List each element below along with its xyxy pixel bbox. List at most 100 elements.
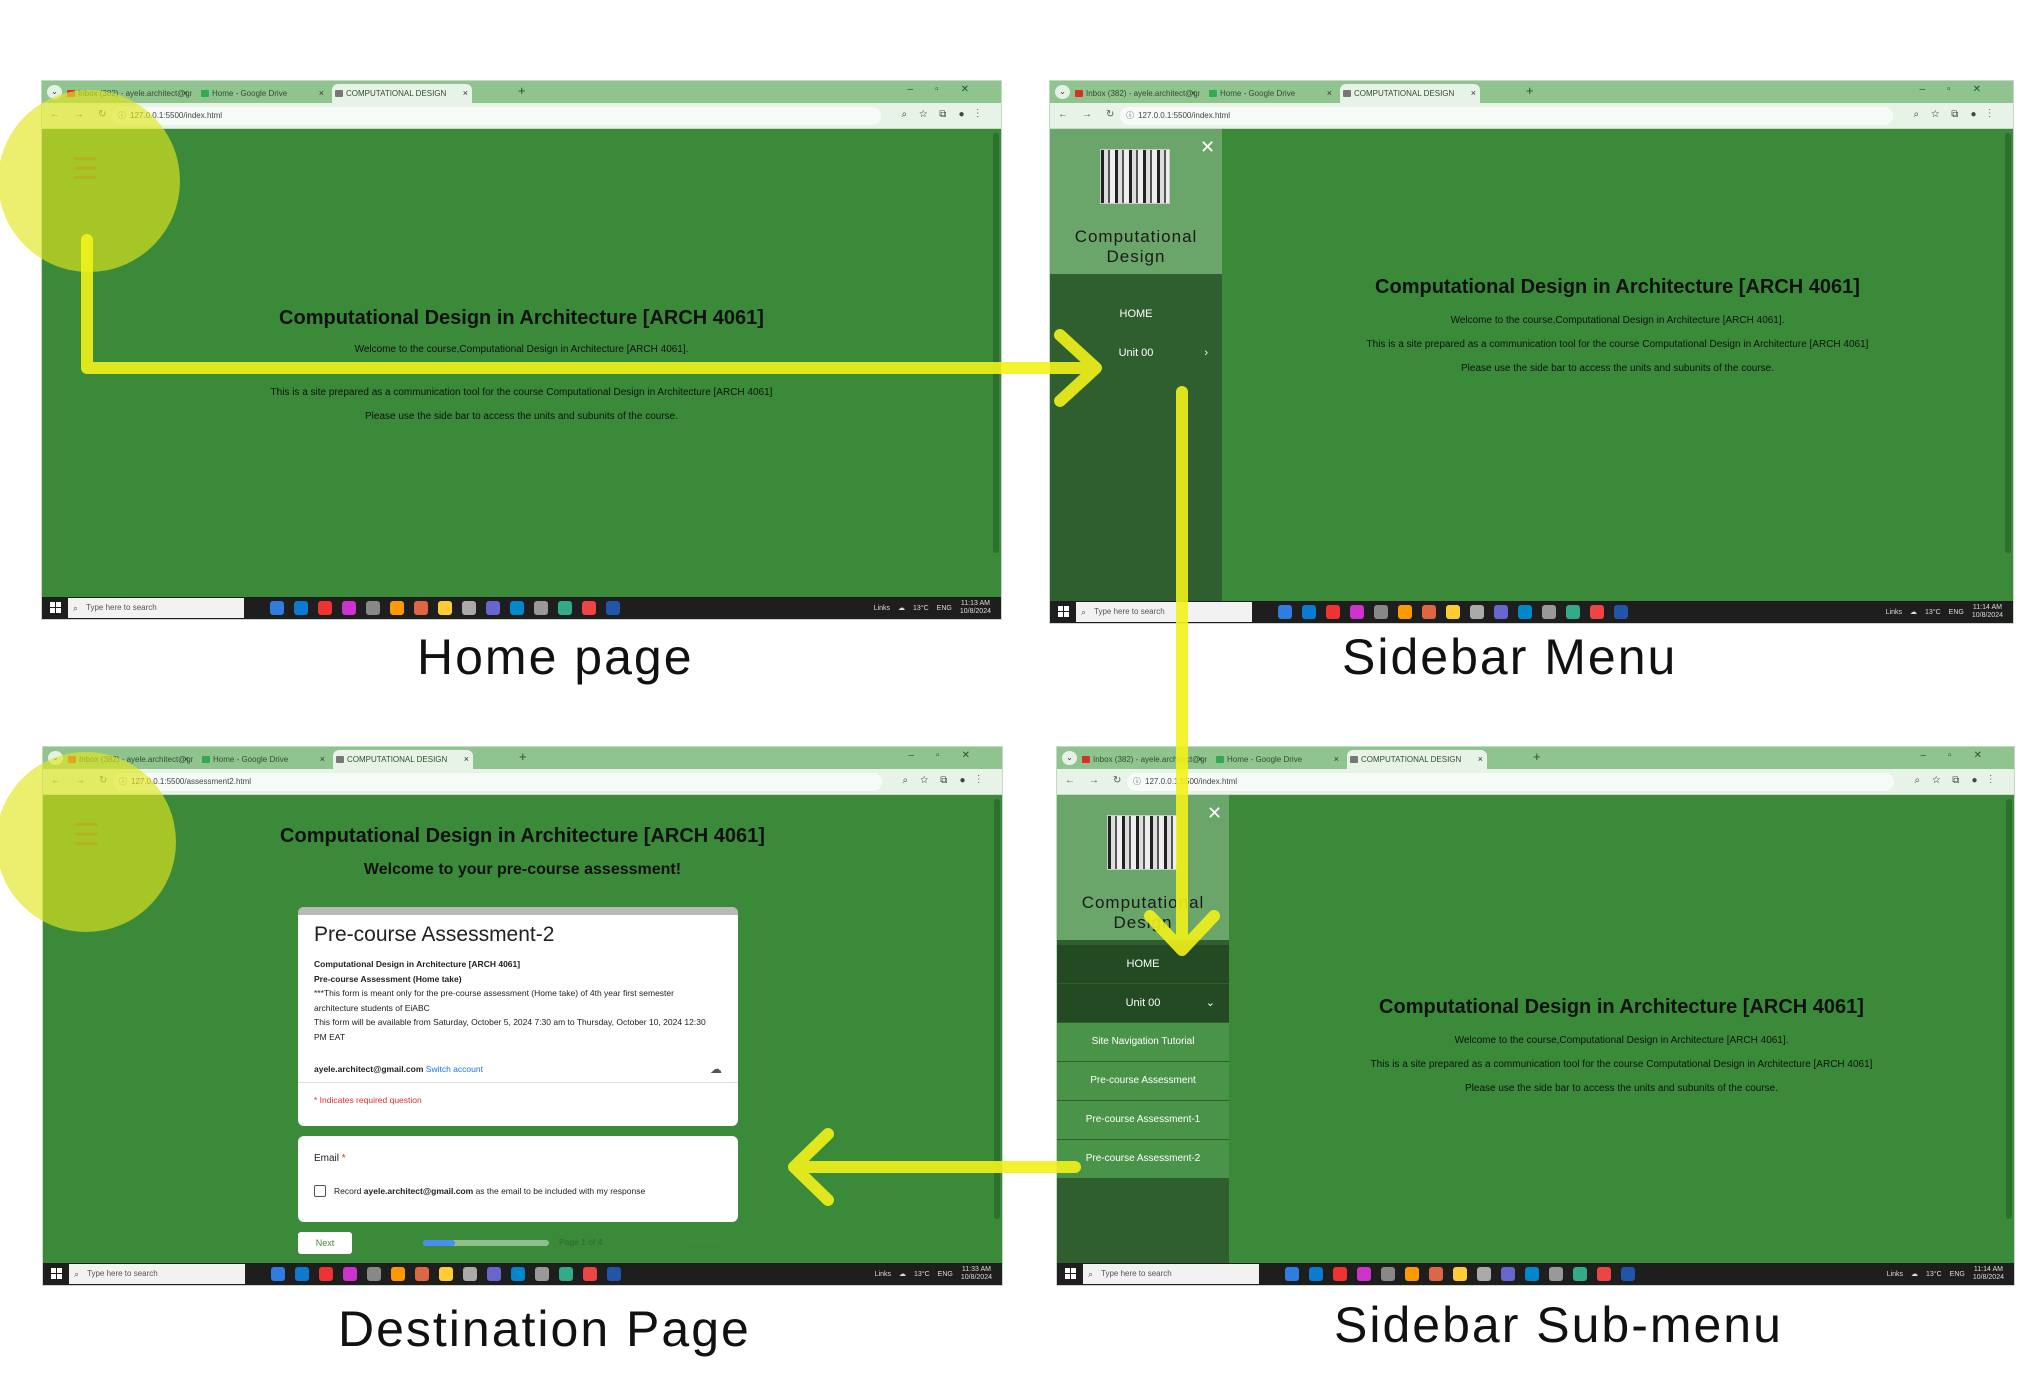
close-icon[interactable]: × (1191, 84, 1196, 103)
close-icon[interactable]: × (1471, 84, 1476, 103)
url-field[interactable]: ⓘ127.0.0.1:5500/assessment2.html (113, 773, 882, 791)
sidebar-item-home[interactable]: HOME (1057, 945, 1229, 983)
tab-drive[interactable]: Home - Google Drive × (199, 750, 329, 769)
nav-buttons[interactable]: ←→↻ (1065, 775, 1135, 786)
weather-icon: ☁ (898, 605, 906, 612)
tab-inbox[interactable]: Inbox (382) - ayele.architect@gm... × (1072, 84, 1200, 103)
close-icon[interactable]: × (463, 84, 468, 103)
browser-tools[interactable]: ⌕☆⧉●⋮ (902, 109, 991, 120)
record-email-text: Record ayele.architect@gmail.com as the … (334, 1186, 646, 1196)
new-tab-icon[interactable]: + (1526, 83, 1534, 98)
email-question-card: Email * Record ayele.architect@gmail.com… (298, 1136, 738, 1222)
taskbar-apps[interactable] (271, 1267, 621, 1281)
new-tab-icon[interactable]: + (519, 749, 527, 764)
url-field[interactable]: ⓘ127.0.0.1:5500/index.html (1127, 773, 1894, 791)
close-icon[interactable]: × (183, 84, 188, 103)
url-field[interactable]: ⓘ127.0.0.1:5500/index.html (1120, 107, 1893, 125)
taskbar-search[interactable]: ⌕ Type here to search (68, 598, 244, 618)
sidebar-brand: Computational Design (1074, 227, 1198, 266)
close-icon[interactable]: × (1334, 750, 1339, 769)
taskbar-search[interactable]: ⌕ Type here to search (1083, 1264, 1259, 1284)
chevron-down-icon[interactable]: ⌄ (1055, 85, 1070, 99)
close-icon[interactable]: ✕ (1207, 803, 1222, 824)
window-controls[interactable]: –▫✕ (1920, 84, 2004, 95)
instruction-text: Please use the side bar to access the un… (365, 411, 678, 422)
sidebar-item-home[interactable]: HOME (1050, 295, 1222, 333)
globe-icon (335, 90, 343, 97)
tab-drive[interactable]: Home - Google Drive × (1213, 750, 1343, 769)
close-icon[interactable]: × (1198, 750, 1203, 769)
drive-icon (201, 90, 209, 97)
scrollbar[interactable] (993, 133, 999, 553)
switch-account-link[interactable]: Switch account (426, 1064, 483, 1074)
close-icon[interactable]: × (464, 750, 469, 769)
close-icon[interactable]: × (1478, 750, 1483, 769)
window-controls[interactable]: –▫✕ (1921, 750, 2005, 761)
email-label: Email * (314, 1153, 346, 1164)
submenu-item-site-navigation-tutorial[interactable]: Site Navigation Tutorial (1057, 1023, 1229, 1061)
globe-icon (1350, 756, 1358, 763)
taskbar-apps[interactable] (270, 601, 620, 615)
taskbar-search[interactable]: ⌕ Type here to search (69, 1264, 245, 1284)
system-tray: Links ☁ 13°C ENG 11:13 AM 10/8/2024 (873, 600, 991, 615)
tab-computational-design[interactable]: COMPUTATIONAL DESIGN × (333, 750, 473, 769)
chevron-down-icon[interactable]: ⌄ (1062, 751, 1077, 765)
close-icon[interactable]: × (319, 84, 324, 103)
scrollbar[interactable] (2005, 133, 2011, 553)
windows-start-icon[interactable] (1058, 606, 1069, 617)
destination-page-window: ⌄ Inbox (382) - ayele.architect@gm...× H… (42, 746, 1003, 1286)
required-note: * Indicates required question (314, 1095, 422, 1105)
sidebar-header: Computational Design (1050, 129, 1222, 274)
gmail-icon (1075, 90, 1083, 97)
taskbar-apps[interactable] (1278, 605, 1628, 619)
scrollbar[interactable] (2006, 799, 2012, 1219)
scrollbar[interactable] (994, 799, 1000, 1219)
record-email-checkbox[interactable] (314, 1185, 326, 1197)
windows-start-icon[interactable] (51, 1268, 62, 1279)
tab-computational-design[interactable]: COMPUTATIONAL DESIGN × (1347, 750, 1487, 769)
close-icon[interactable]: × (184, 750, 189, 769)
close-icon[interactable]: × (1327, 84, 1332, 103)
taskbar-search[interactable]: ⌕ Type here to search (1076, 602, 1252, 622)
windows-start-icon[interactable] (1065, 1268, 1076, 1279)
window-controls[interactable]: –▫✕ (909, 750, 993, 761)
gmail-icon (1082, 756, 1090, 763)
system-tray: Links ☁ 13°C ENG 11:14 AM 10/8/2024 (1886, 1266, 2004, 1281)
window-controls[interactable]: –▫✕ (908, 84, 992, 95)
sidebar-item-unit-00[interactable]: Unit 00 › (1050, 334, 1222, 372)
new-tab-icon[interactable]: + (1533, 749, 1541, 764)
instruction-text: Please use the side bar to access the un… (1461, 363, 1774, 374)
nav-buttons[interactable]: ←→↻ (1058, 109, 1128, 120)
browser-tools[interactable]: ⌕☆⧉●⋮ (1914, 109, 2003, 120)
divider (298, 1082, 738, 1083)
close-icon[interactable]: ✕ (1200, 137, 1215, 158)
sidebar-item-unit-00[interactable]: Unit 00 ⌄ (1057, 984, 1229, 1022)
tab-computational-design[interactable]: COMPUTATIONAL DESIGN × (1340, 84, 1480, 103)
submenu-item-pre-course-assessment-1[interactable]: Pre-course Assessment-1 (1057, 1101, 1229, 1139)
tab-bar: ⌄ Inbox (382) - ayele.architect@gm...× H… (42, 81, 1001, 103)
tab-inbox[interactable]: Inbox (382) - ayele.architect@gm... × (1079, 750, 1207, 769)
close-icon[interactable]: × (320, 750, 325, 769)
caption-sidebar-submenu: Sidebar Sub-menu (1334, 1297, 1783, 1353)
submenu-item-pre-course-assessment[interactable]: Pre-course Assessment (1057, 1062, 1229, 1100)
browser-tools[interactable]: ⌕☆⧉●⋮ (1915, 775, 2004, 786)
form-header-card: Pre-course Assessment-2 Computational De… (298, 907, 738, 1126)
browser-tools[interactable]: ⌕☆⧉●⋮ (903, 775, 992, 786)
tab-drive[interactable]: Home - Google Drive × (198, 84, 328, 103)
form-description: Computational Design in Architecture [AR… (314, 959, 706, 1042)
building-photo (1100, 149, 1170, 204)
url-field[interactable]: ⓘ127.0.0.1:5500/index.html (112, 107, 881, 125)
taskbar: ⌕ Type here to search Links ☁ 13°C ENG 11… (1050, 601, 2013, 623)
tab-computational-design[interactable]: COMPUTATIONAL DESIGN × (332, 84, 472, 103)
clear-form-button[interactable]: Clear form (683, 1237, 723, 1247)
taskbar-apps[interactable] (1285, 1267, 1635, 1281)
address-bar: ←→↻ ⓘ127.0.0.1:5500/index.html ⌕☆⧉●⋮ (42, 103, 1001, 129)
welcome-text: Welcome to the course,Computational Desi… (1454, 1035, 1789, 1046)
windows-start-icon[interactable] (50, 602, 61, 613)
submenu-item-pre-course-assessment-2[interactable]: Pre-course Assessment-2 (1057, 1140, 1229, 1178)
form-progress-fill (423, 1240, 455, 1246)
search-icon: ⌕ (74, 1269, 80, 1279)
tab-drive[interactable]: Home - Google Drive × (1206, 84, 1336, 103)
next-button[interactable]: Next (298, 1232, 352, 1254)
new-tab-icon[interactable]: + (518, 83, 526, 98)
